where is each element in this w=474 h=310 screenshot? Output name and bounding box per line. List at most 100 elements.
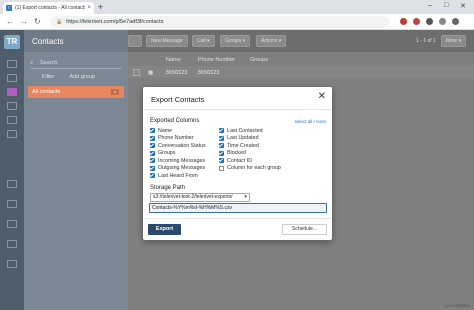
more-button[interactable]: More ▾ xyxy=(441,35,467,47)
checked-checkbox[interactable] xyxy=(150,128,155,133)
profile-icon[interactable] xyxy=(439,18,446,25)
account-icon[interactable] xyxy=(7,260,17,268)
forward-icon[interactable]: → xyxy=(20,17,28,27)
chevron-down-icon: ▾ xyxy=(244,194,247,200)
column-header-name[interactable]: Name xyxy=(166,57,181,63)
unchecked-checkbox[interactable] xyxy=(219,165,224,171)
storage-path-label: Storage Path xyxy=(150,185,186,191)
column-option[interactable]: Last Updated xyxy=(219,135,259,142)
close-icon[interactable]: ✕ xyxy=(318,92,326,102)
back-icon[interactable]: ← xyxy=(6,17,14,27)
new-tab-button[interactable]: + xyxy=(98,2,103,12)
divider xyxy=(143,218,332,219)
routes-icon[interactable] xyxy=(7,130,17,138)
groups-icon[interactable] xyxy=(7,102,17,110)
telerivet-favicon-icon: T xyxy=(6,5,12,11)
column-header-phone[interactable]: Phone Number xyxy=(198,57,235,63)
add-group-link[interactable]: Add group xyxy=(69,74,94,80)
reload-icon[interactable]: ↻ xyxy=(34,17,41,27)
extension-icon[interactable] xyxy=(413,18,420,25)
checked-checkbox[interactable] xyxy=(219,150,224,156)
column-option[interactable]: Contact ID xyxy=(219,157,252,164)
checked-checkbox[interactable] xyxy=(219,128,224,133)
browser-tab[interactable]: T (1) Export contacts - All contacts × xyxy=(3,2,94,14)
select-all-checkbox[interactable] xyxy=(128,35,142,47)
toolbar: New Message Call ▾ Groups ▾ Actions ▾ 1 … xyxy=(128,30,474,52)
dialog-title: Export Contacts xyxy=(151,95,205,104)
services-icon[interactable] xyxy=(7,116,17,124)
select-none-link[interactable]: none xyxy=(316,119,326,124)
exported-columns-label: Exported Columns xyxy=(150,118,200,124)
row-name[interactable]: 5550123 xyxy=(166,70,187,76)
column-option-label: Outgoing Messages xyxy=(158,165,206,171)
column-option[interactable]: Blocked xyxy=(219,150,246,157)
filename-pattern-field[interactable]: Contacts-%Y%m%d-%H%M%S.csv xyxy=(149,203,327,213)
column-option-label: Column for each group xyxy=(227,165,281,171)
sidebar-header: Contacts xyxy=(24,30,128,52)
checked-checkbox[interactable] xyxy=(219,143,224,148)
groups-button[interactable]: Groups ▾ xyxy=(220,35,251,47)
menu-icon[interactable] xyxy=(452,18,459,25)
reports-icon[interactable] xyxy=(7,200,17,208)
app-left-nav: TR xyxy=(0,30,24,310)
checked-checkbox[interactable] xyxy=(219,158,224,163)
help-icon[interactable] xyxy=(7,240,17,248)
column-option[interactable]: Column for each group xyxy=(219,165,281,172)
column-option[interactable]: Incoming Messages xyxy=(150,157,205,164)
extension-icon[interactable] xyxy=(400,18,407,25)
filter-link[interactable]: Filter xyxy=(42,74,54,80)
settings-icon[interactable] xyxy=(7,220,17,228)
storage-path-select[interactable]: s3://telerivet-test-2/telerivet-exports/… xyxy=(150,193,250,202)
messages-icon[interactable] xyxy=(7,60,17,68)
checked-checkbox[interactable] xyxy=(150,173,155,178)
lock-icon: 🔒 xyxy=(56,19,63,25)
column-header-groups[interactable]: Groups xyxy=(250,57,268,63)
export-button[interactable]: Export xyxy=(148,224,181,235)
minimize-icon[interactable]: – xyxy=(428,2,432,9)
actions-button[interactable]: Actions ▾ xyxy=(256,35,287,47)
column-option[interactable]: Phone Number xyxy=(150,135,194,142)
url-field[interactable]: 🔒 https://telerivet.com/p/5e7adf3f/conta… xyxy=(50,16,390,28)
count-badge: 1 xyxy=(111,89,119,95)
checked-checkbox[interactable] xyxy=(150,143,155,148)
select-separator: / xyxy=(313,119,315,124)
column-option[interactable]: Groups xyxy=(150,150,175,157)
column-option-label: Name xyxy=(158,127,173,134)
column-option[interactable]: Last Heard From xyxy=(150,172,198,179)
close-window-icon[interactable]: ✕ xyxy=(460,2,466,10)
checked-checkbox[interactable] xyxy=(150,165,155,171)
maximize-icon[interactable]: □ xyxy=(444,2,448,9)
sidebar-item-all-contacts[interactable]: All contacts 1 xyxy=(28,86,124,98)
column-option[interactable]: Conversation Status xyxy=(150,142,206,149)
telerivet-logo[interactable]: TR xyxy=(4,35,20,49)
checked-checkbox[interactable] xyxy=(150,135,155,141)
tab-close-icon[interactable]: × xyxy=(87,5,91,11)
sidebar-item-label: All contacts xyxy=(32,89,61,95)
address-bar-row: ← → ↻ 🔒 https://telerivet.com/p/5e7adf3f… xyxy=(0,14,474,30)
schedule-button[interactable]: Schedule... xyxy=(282,224,327,235)
call-button[interactable]: Call ▾ xyxy=(192,35,215,47)
inbox-icon[interactable] xyxy=(7,74,17,82)
new-message-button[interactable]: New Message xyxy=(146,35,188,47)
contacts-sidebar: Contacts ⌕ Search Filter Add group All c… xyxy=(24,30,128,310)
select-all-link[interactable]: select all xyxy=(295,119,313,124)
column-option-label: Conversation Status xyxy=(158,142,206,149)
checked-checkbox[interactable] xyxy=(219,135,224,141)
column-option[interactable]: Name xyxy=(150,127,172,134)
extensions-puzzle-icon[interactable] xyxy=(426,18,433,25)
search-input[interactable]: ⌕ Search xyxy=(30,58,122,69)
search-placeholder: Search xyxy=(40,60,58,66)
divider xyxy=(143,109,332,110)
tab-title: (1) Export contacts - All contacts xyxy=(15,5,86,11)
row-checkbox[interactable] xyxy=(133,69,140,76)
checked-checkbox[interactable] xyxy=(150,158,155,163)
contacts-icon[interactable] xyxy=(7,88,17,96)
column-option-label: Groups xyxy=(158,150,176,156)
checked-checkbox[interactable] xyxy=(150,150,155,156)
column-option[interactable]: Time Created xyxy=(219,142,259,149)
column-option[interactable]: Last Contacted xyxy=(219,127,263,134)
column-option[interactable]: Outgoing Messages xyxy=(150,165,205,172)
url-text: https://telerivet.com/p/5e7adf3f/contact… xyxy=(66,19,164,25)
data-icon[interactable] xyxy=(7,180,17,188)
storage-path-value: s3://telerivet-test-2/telerivet-exports/ xyxy=(153,194,233,200)
